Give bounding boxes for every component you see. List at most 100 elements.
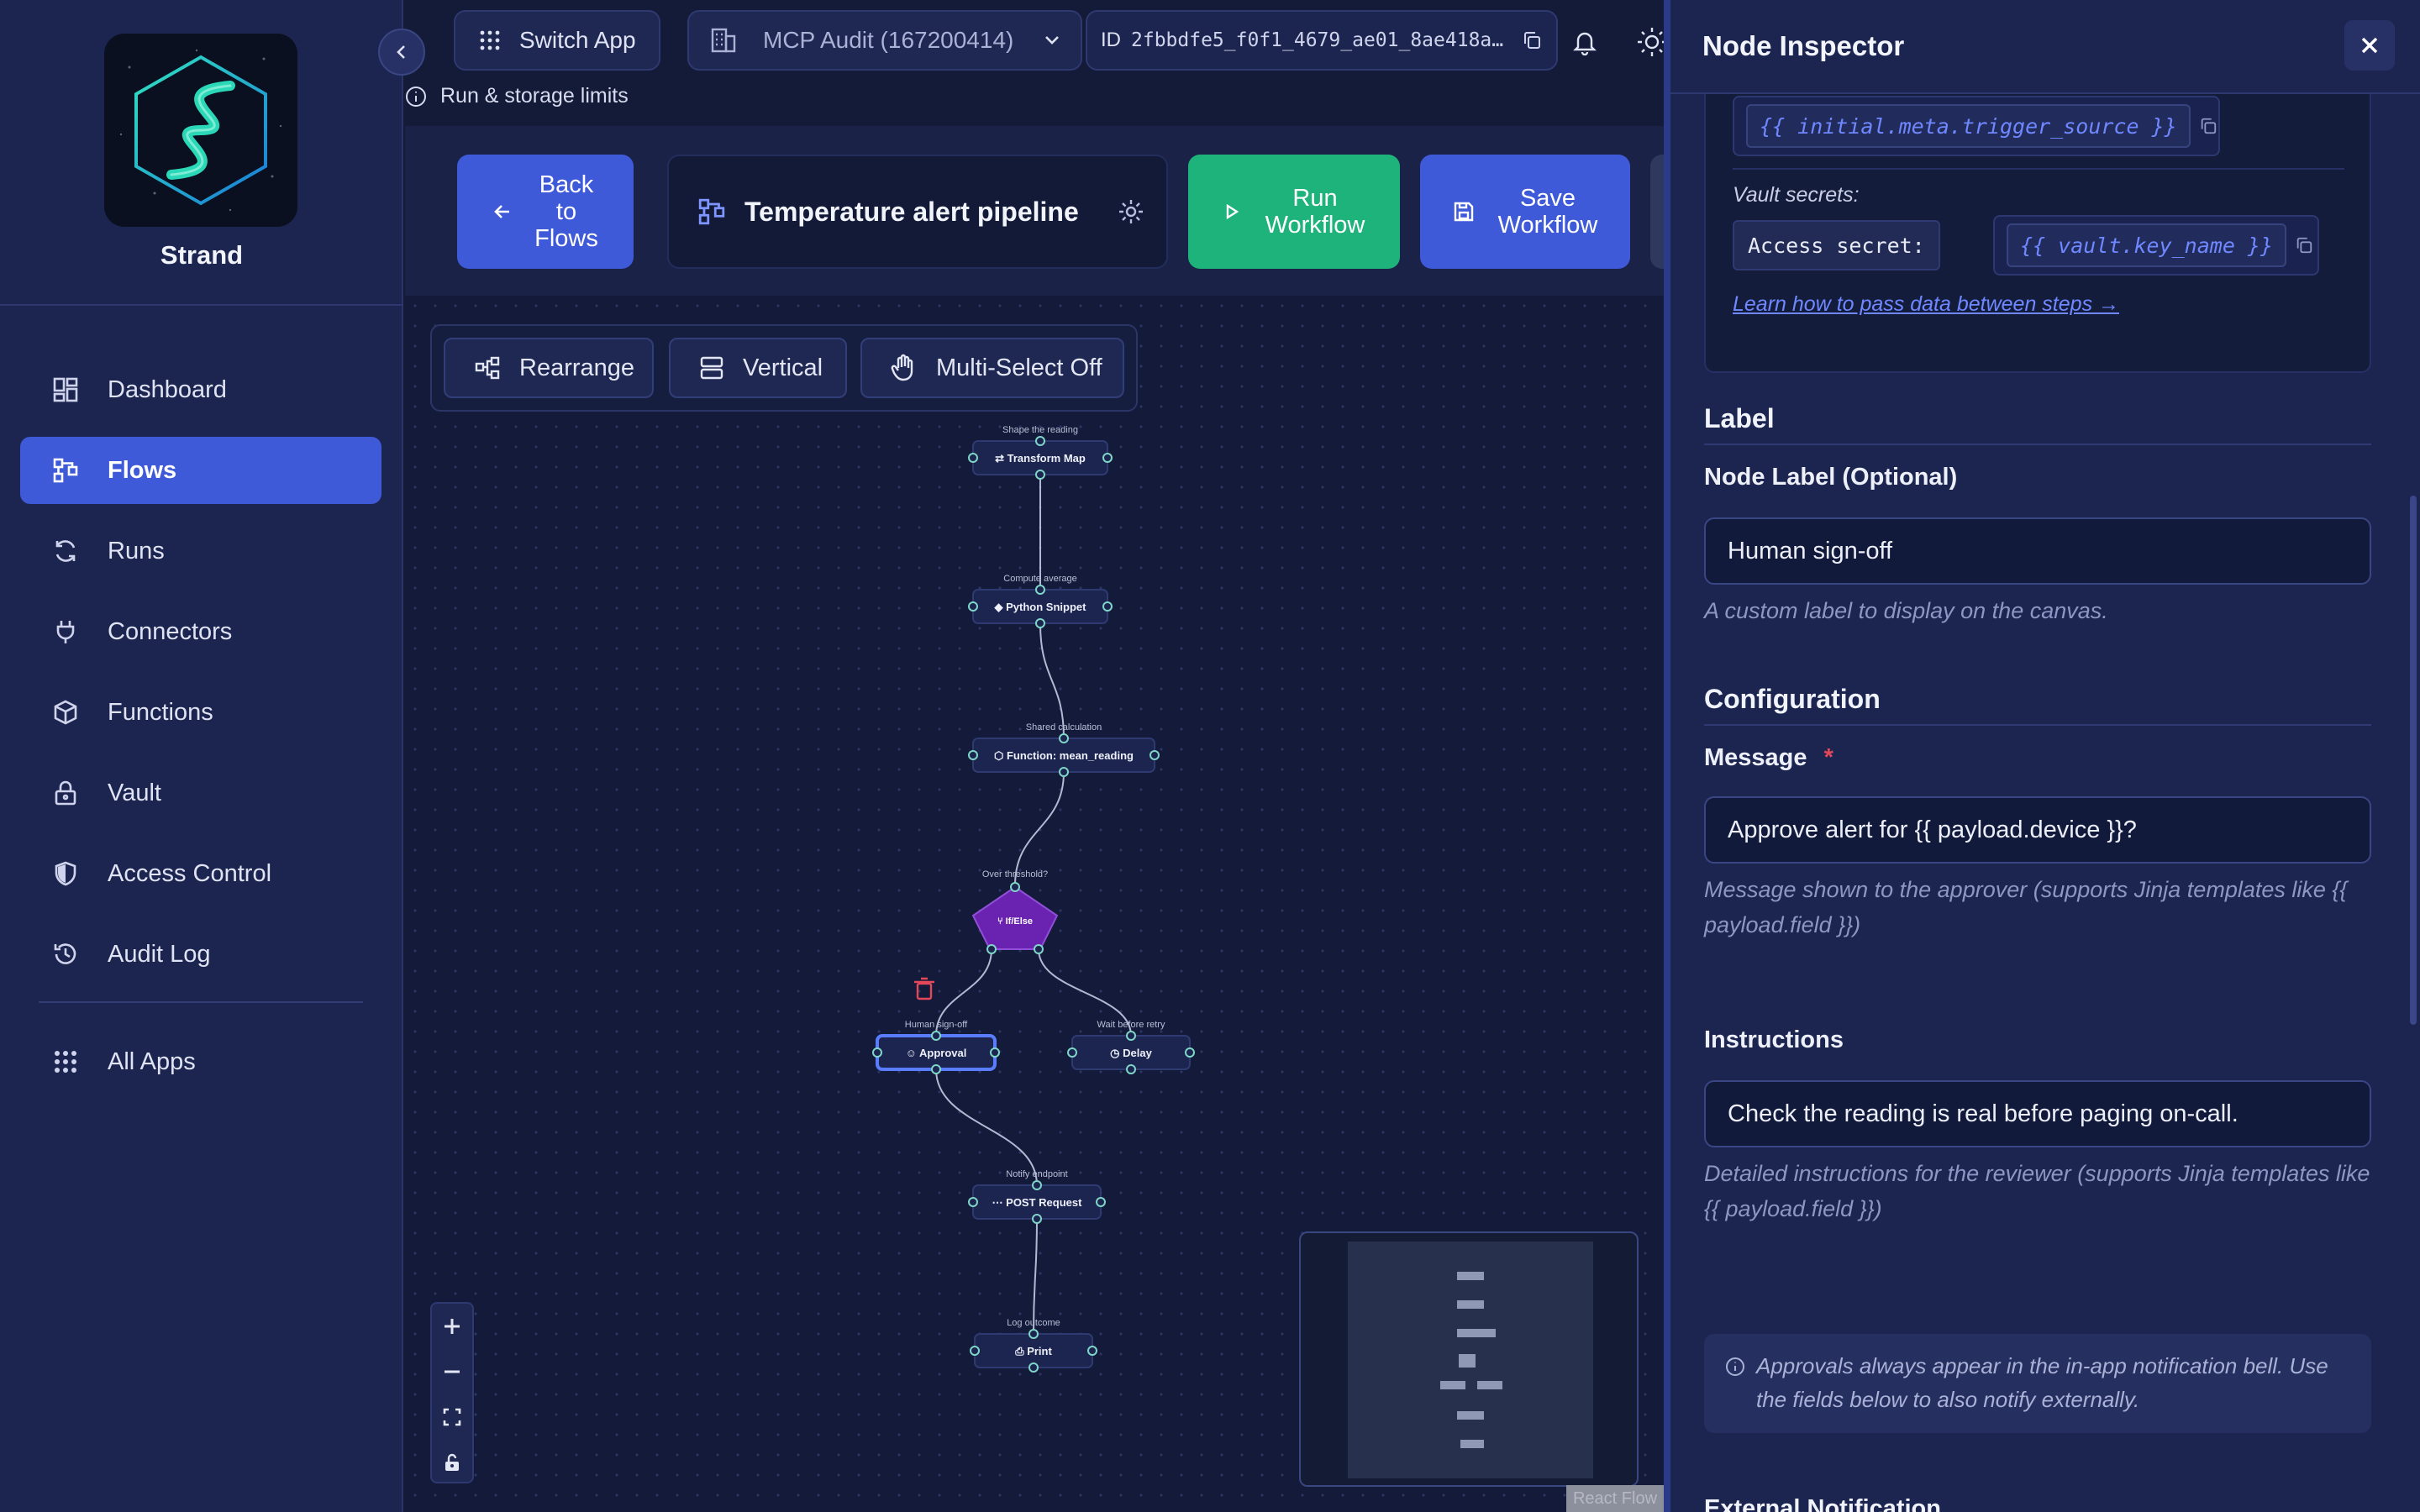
- shield-icon: [50, 858, 81, 889]
- delete-node-icon[interactable]: [914, 977, 934, 1000]
- flow-node[interactable]: Shape the reading ⇄ Transform Map: [968, 425, 1113, 480]
- node-handle: [1059, 733, 1069, 743]
- sidebar: Strand Dashboard Flows Runs Connectors F…: [0, 0, 403, 1512]
- flow-node[interactable]: Shared calculation ⬡ Function: mean_readi…: [968, 722, 1160, 777]
- react-flow-attribution[interactable]: React Flow: [1566, 1485, 1664, 1512]
- copy-template-icon[interactable]: [2199, 117, 2217, 135]
- node-handle: [1059, 767, 1069, 777]
- sidebar-item-flows[interactable]: Flows: [20, 437, 381, 504]
- flow-node[interactable]: Log outcome ⎙ Print: [970, 1318, 1097, 1373]
- copy-template-icon[interactable]: [2295, 236, 2313, 255]
- node-label-input[interactable]: Human sign-off: [1704, 517, 2371, 585]
- label-section-heading: Label: [1704, 403, 1775, 433]
- instructions-input[interactable]: Check the reading is real before paging …: [1704, 1080, 2371, 1147]
- strand-logo[interactable]: [104, 34, 297, 227]
- org-selector[interactable]: MCP Audit (167200414): [687, 10, 1082, 71]
- minimap-viewport[interactable]: [1348, 1242, 1593, 1478]
- instructions-help: Detailed instructions for the reviewer (…: [1704, 1161, 2370, 1221]
- sidebar-item-all-apps[interactable]: All Apps: [20, 1028, 381, 1095]
- info-icon: [1726, 1357, 1744, 1376]
- inspector-scrollbar[interactable]: [2410, 496, 2417, 1025]
- sidebar-item-label: Vault: [108, 779, 161, 806]
- flow-node[interactable]: Notify endpoint ⋯ POST Request: [968, 1169, 1106, 1224]
- learn-data-passing-link[interactable]: Learn how to pass data between steps →: [1733, 292, 2119, 317]
- node-handle: [986, 944, 997, 954]
- node-caption: Compute average: [1003, 574, 1076, 584]
- fit-view-button[interactable]: [432, 1394, 472, 1440]
- collapse-sidebar-button[interactable]: [378, 29, 425, 76]
- message-input[interactable]: Approve alert for {{ payload.device }}?: [1704, 796, 2371, 864]
- switch-app-button[interactable]: Switch App: [454, 10, 660, 71]
- node-handle: [1035, 470, 1045, 480]
- instructions-title: Instructions: [1704, 1026, 1844, 1053]
- rearrange-button[interactable]: Rearrange: [444, 338, 654, 398]
- node-label: ⎙ Print: [1014, 1345, 1052, 1357]
- sidebar-item-vault[interactable]: Vault: [20, 759, 381, 827]
- flow-edge: [1039, 622, 1065, 739]
- sidebar-item-label: Flows: [108, 456, 177, 484]
- node-label-title: Node Label (Optional): [1704, 464, 1958, 491]
- node-handle: [968, 750, 978, 760]
- minimap[interactable]: [1299, 1231, 1639, 1487]
- minimap-node: [1459, 1354, 1476, 1368]
- sidebar-item-connectors[interactable]: Connectors: [20, 598, 381, 665]
- node-handle: [1185, 1047, 1195, 1058]
- lock-canvas-button[interactable]: [432, 1440, 472, 1485]
- workflow-settings-icon[interactable]: [1118, 198, 1144, 225]
- minimap-node: [1477, 1381, 1502, 1389]
- sidebar-item-dashboard[interactable]: Dashboard: [20, 356, 381, 423]
- vault-template-chip: {{ vault.key_name }}: [1993, 215, 2319, 276]
- run-workflow-button[interactable]: Run Workflow: [1188, 155, 1400, 269]
- minimap-node: [1457, 1329, 1496, 1337]
- configuration-section-heading: Configuration: [1704, 684, 1881, 714]
- close-inspector-button[interactable]: [2344, 20, 2395, 71]
- vault-template[interactable]: {{ vault.key_name }}: [2007, 223, 2287, 267]
- minimap-node: [1440, 1381, 1465, 1389]
- workflow-name[interactable]: Temperature alert pipeline: [744, 197, 1079, 228]
- node-label: ◷ Delay: [1110, 1047, 1152, 1059]
- run-storage-limits-link[interactable]: Run & storage limits: [405, 84, 629, 108]
- external-notification-heading: External Notification: [1704, 1495, 1941, 1512]
- overflow-button-edge[interactable]: [1650, 155, 1664, 269]
- trigger-template[interactable]: {{ initial.meta.trigger_source }}: [1746, 104, 2191, 148]
- node-label: ☺ Approval: [906, 1047, 967, 1059]
- zoom-in-button[interactable]: [432, 1304, 472, 1349]
- node-handle: [1035, 618, 1045, 628]
- brand: Strand: [0, 0, 403, 306]
- workflow-title-card: Temperature alert pipeline: [667, 155, 1168, 269]
- hand-icon: [891, 354, 913, 381]
- node-inspector: Node Inspector {{ initial.meta.trigger_s…: [1664, 0, 2420, 1512]
- flows-icon: [50, 455, 81, 486]
- data-variables-card: {{ initial.meta.trigger_source }} Vault …: [1704, 76, 2371, 373]
- flow-node[interactable]: Compute average ◆ Python Snippet: [968, 574, 1113, 628]
- back-to-flows-button[interactable]: Back to Flows: [457, 155, 634, 269]
- sidebar-item-label: Dashboard: [108, 375, 227, 403]
- minimap-node: [1457, 1411, 1484, 1420]
- node-handle: [1010, 882, 1020, 892]
- sidebar-item-access-control[interactable]: Access Control: [20, 840, 381, 907]
- approval-info-text: Approvals always appear in the in-app no…: [1756, 1353, 2328, 1412]
- notification-bell-button[interactable]: [1565, 22, 1605, 62]
- flow-node[interactable]: Wait before retry ◷ Delay: [1067, 1020, 1195, 1074]
- node-caption: Log outcome: [1007, 1318, 1060, 1328]
- access-secret-label: Access secret:: [1733, 220, 1940, 270]
- save-workflow-button[interactable]: Save Workflow: [1420, 155, 1630, 269]
- node-handle: [872, 1047, 882, 1058]
- node-handle: [1087, 1346, 1097, 1356]
- minus-icon: [445, 1370, 460, 1373]
- vertical-layout-icon: [700, 356, 723, 380]
- sidebar-item-audit-log[interactable]: Audit Log: [20, 921, 381, 988]
- node-handle: [1032, 1214, 1042, 1224]
- flow-node[interactable]: Human sign-off ☺ Approval: [872, 1020, 1000, 1074]
- plus-icon: [445, 1319, 460, 1334]
- vertical-layout-button[interactable]: Vertical: [669, 338, 847, 398]
- multi-select-toggle[interactable]: Multi-Select Off: [860, 338, 1124, 398]
- sidebar-item-label: Connectors: [108, 617, 233, 645]
- sidebar-item-runs[interactable]: Runs: [20, 517, 381, 585]
- close-icon: [2361, 37, 2378, 54]
- zoom-out-button[interactable]: [432, 1349, 472, 1394]
- sidebar-item-functions[interactable]: Functions: [20, 679, 381, 746]
- info-icon: [406, 86, 426, 107]
- copy-id-icon[interactable]: [1522, 30, 1542, 50]
- flow-node[interactable]: Over threshold? ⑂ If/Else: [971, 869, 1059, 954]
